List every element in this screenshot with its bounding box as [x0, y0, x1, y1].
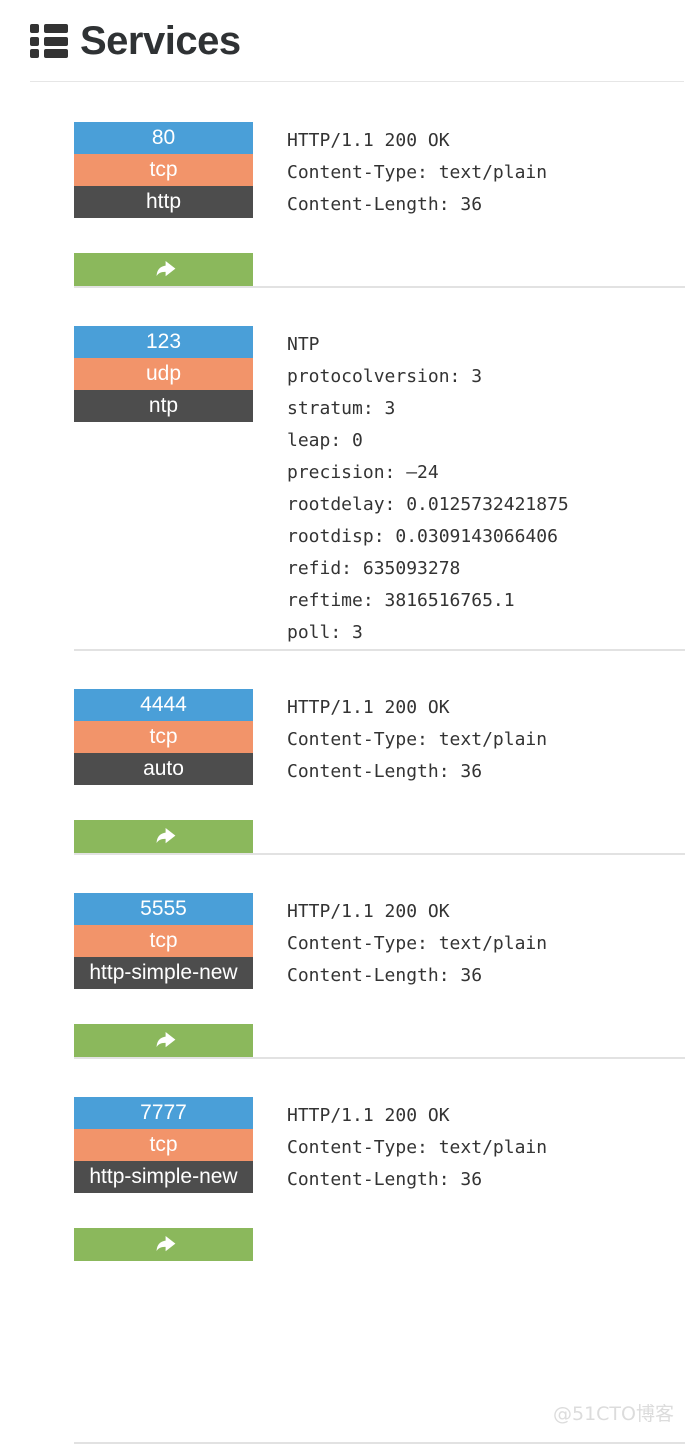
service-port-badge: 123 — [74, 326, 253, 358]
service-details: HTTP/1.1 200 OK Content-Type: text/plain… — [287, 689, 688, 788]
service-badge-stack[interactable]: 80 tcp http — [74, 122, 253, 218]
list-icon-row — [30, 36, 68, 46]
service-name-badge: http — [74, 186, 253, 218]
service-details: NTP protocolversion: 3 stratum: 3 leap: … — [287, 326, 688, 649]
share-arrow-icon — [151, 826, 177, 848]
list-icon-bar — [44, 24, 68, 33]
service-open-button[interactable] — [74, 1024, 253, 1057]
service-summary: 123 udp ntp — [74, 326, 253, 422]
service-detail-text: HTTP/1.1 200 OK Content-Type: text/plain… — [287, 130, 548, 215]
page-header: Services — [0, 0, 688, 63]
service-open-button[interactable] — [74, 253, 253, 286]
list-icon-bar — [44, 49, 68, 58]
service-row: 5555 tcp http-simple-new HTTP/1.1 200 OK Co… — [0, 853, 688, 1057]
service-port-badge: 7777 — [74, 1097, 253, 1129]
service-row: 4444 tcp auto HTTP/1.1 200 OK Content-Type:… — [0, 649, 688, 853]
service-summary: 5555 tcp http-simple-new — [74, 893, 253, 1057]
service-badge-stack[interactable]: 123 udp ntp — [74, 326, 253, 422]
service-details: HTTP/1.1 200 OK Content-Type: text/plain… — [287, 122, 688, 221]
list-icon-row — [30, 49, 68, 58]
service-summary: 4444 tcp auto — [74, 689, 253, 853]
list-icon-dot — [30, 36, 39, 46]
service-port-badge: 80 — [74, 122, 253, 154]
service-detail-text: HTTP/1.1 200 OK Content-Type: text/plain… — [287, 901, 548, 986]
service-badge-stack[interactable]: 5555 tcp http-simple-new — [74, 893, 253, 989]
service-row: 7777 tcp http-simple-new HTTP/1.1 200 OK Co… — [0, 1057, 688, 1261]
share-arrow-icon — [151, 1234, 177, 1256]
share-arrow-icon — [151, 1030, 177, 1052]
service-detail-text: HTTP/1.1 200 OK Content-Type: text/plain… — [287, 697, 548, 782]
service-name-badge: http-simple-new — [74, 1161, 253, 1193]
service-summary: 7777 tcp http-simple-new — [74, 1097, 253, 1261]
service-detail-text: NTP protocolversion: 3 stratum: 3 leap: … — [287, 334, 569, 643]
service-detail-text: HTTP/1.1 200 OK Content-Type: text/plain… — [287, 1105, 548, 1190]
service-row-inner: 80 tcp http HTTP/1.1 200 OK Content-Type: t… — [74, 122, 688, 286]
service-row-inner: 123 udp ntp NTP protocolversion: 3 stratum:… — [74, 326, 688, 649]
list-icon-bar — [44, 36, 68, 46]
service-name-badge: auto — [74, 753, 253, 785]
service-row-inner: 5555 tcp http-simple-new HTTP/1.1 200 OK Co… — [74, 893, 688, 1057]
service-badge-stack[interactable]: 7777 tcp http-simple-new — [74, 1097, 253, 1193]
bottom-divider — [74, 1442, 685, 1444]
list-icon-row — [30, 24, 68, 33]
service-summary: 80 tcp http — [74, 122, 253, 286]
service-protocol-badge: tcp — [74, 925, 253, 957]
service-badge-stack[interactable]: 4444 tcp auto — [74, 689, 253, 785]
service-open-button[interactable] — [74, 1228, 253, 1261]
service-open-button[interactable] — [74, 820, 253, 853]
service-row-inner: 7777 tcp http-simple-new HTTP/1.1 200 OK Co… — [74, 1097, 688, 1261]
list-icon-dot — [30, 24, 39, 33]
service-row: 123 udp ntp NTP protocolversion: 3 stratum:… — [0, 286, 688, 649]
services-list: 80 tcp http HTTP/1.1 200 OK Content-Type: t… — [0, 82, 688, 1261]
service-port-badge: 4444 — [74, 689, 253, 721]
share-arrow-icon — [151, 259, 177, 281]
watermark: @51CTO博客 — [552, 1403, 674, 1425]
page-title: Services — [80, 19, 241, 63]
service-row: 80 tcp http HTTP/1.1 200 OK Content-Type: t… — [0, 82, 688, 286]
service-port-badge: 5555 — [74, 893, 253, 925]
service-protocol-badge: tcp — [74, 1129, 253, 1161]
list-icon — [30, 24, 68, 58]
service-details: HTTP/1.1 200 OK Content-Type: text/plain… — [287, 893, 688, 992]
service-name-badge: http-simple-new — [74, 957, 253, 989]
service-name-badge: ntp — [74, 390, 253, 422]
service-protocol-badge: tcp — [74, 721, 253, 753]
service-protocol-badge: tcp — [74, 154, 253, 186]
service-details: HTTP/1.1 200 OK Content-Type: text/plain… — [287, 1097, 688, 1196]
service-row-inner: 4444 tcp auto HTTP/1.1 200 OK Content-Type:… — [74, 689, 688, 853]
service-protocol-badge: udp — [74, 358, 253, 390]
list-icon-dot — [30, 49, 39, 58]
